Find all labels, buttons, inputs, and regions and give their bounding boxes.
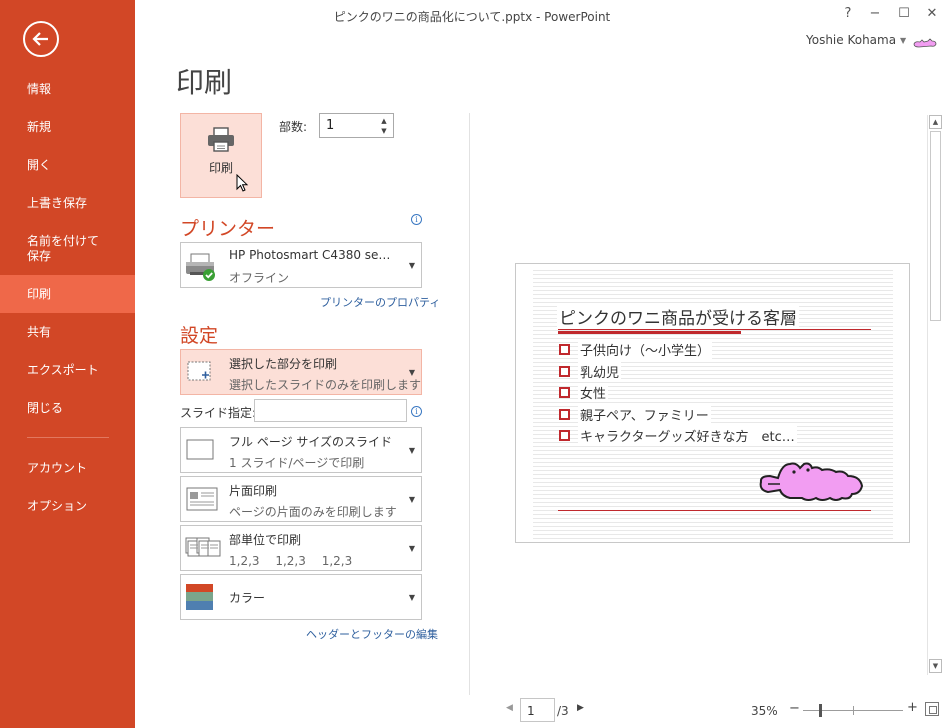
backstage-nav: 情報 新規 開く 上書き保存 名前を付けて 保存 印刷 共有 エクスポート 閉じ… — [0, 0, 135, 728]
full-page-slide-icon — [186, 439, 214, 460]
back-arrow-icon[interactable] — [23, 21, 59, 57]
layout-caret-icon: ▼ — [408, 446, 415, 455]
bullet-text: キャラクターグッズ好きな方 etc… — [578, 426, 797, 445]
collate-title: 部単位で印刷 — [229, 533, 302, 547]
color-dropdown[interactable]: カラー ▼ — [180, 574, 422, 620]
window-title: ピンクのワニの商品化について.pptx - PowerPoint — [333, 10, 611, 24]
slide-preview: ピンクのワニ商品が受ける客層 子供向け（～小学生） 乳幼児 女性 親子ペア、ファ… — [515, 263, 910, 543]
one-sided-print-icon — [186, 487, 218, 511]
nav-item-export[interactable]: エクスポート — [0, 363, 135, 378]
nav-item-account[interactable]: アカウント — [0, 461, 135, 476]
printer-icon — [208, 127, 234, 152]
nav-item-close[interactable]: 閉じる — [0, 401, 135, 416]
nav-divider — [27, 437, 109, 438]
layout-title: フル ページ サイズのスライド — [229, 435, 393, 449]
color-caret-icon: ▼ — [408, 593, 415, 602]
zoom-level[interactable]: 35% — [751, 704, 778, 718]
bullet-text: 子供向け（～小学生） — [578, 340, 713, 359]
bullet-marker — [559, 366, 570, 377]
scroll-up-icon[interactable]: ▲ — [929, 115, 942, 129]
user-avatar-croc-icon[interactable] — [913, 34, 937, 53]
sides-dropdown[interactable]: 片面印刷 ページの片面のみを印刷します ▼ — [180, 476, 422, 522]
nav-item-print[interactable]: 印刷 — [0, 275, 135, 313]
bullet-marker — [559, 344, 570, 355]
header-footer-link[interactable]: ヘッダーとフッターの編集 — [306, 626, 438, 642]
layout-sub: 1 スライド/ページで印刷 — [229, 456, 365, 470]
slide-title-accent — [558, 331, 741, 334]
printer-device-icon — [186, 253, 215, 281]
printer-caret-icon: ▼ — [408, 261, 415, 270]
printer-heading: プリンター — [180, 218, 276, 240]
print-range-caret-icon: ▼ — [408, 368, 415, 377]
nav-item-options[interactable]: オプション — [0, 499, 135, 514]
collate-dropdown[interactable]: 部単位で印刷 1,2,3 1,2,3 1,2,3 ▼ — [180, 525, 422, 571]
print-selection-icon — [187, 361, 211, 381]
sides-sub: ページの片面のみを印刷します — [229, 505, 397, 519]
page-title: 印刷 — [176, 66, 233, 99]
printer-dropdown[interactable]: HP Photosmart C4380 se… オフライン ▼ — [180, 242, 422, 288]
settings-heading: 設定 — [180, 325, 219, 347]
scroll-thumb[interactable] — [930, 131, 941, 321]
color-title: カラー — [229, 591, 266, 605]
maximize-button[interactable]: ☐ — [895, 6, 913, 21]
sides-caret-icon: ▼ — [408, 495, 415, 504]
bullet-marker — [559, 409, 570, 420]
nav-item-new[interactable]: 新規 — [0, 120, 135, 135]
page-total: /3 — [557, 704, 569, 718]
print-range-sub: 選択したスライドのみを印刷します — [229, 378, 422, 392]
user-menu-caret-icon[interactable]: ▼ — [900, 36, 906, 45]
slide-title: ピンクのワニ商品が受ける客層 — [557, 304, 799, 329]
nav-item-share[interactable]: 共有 — [0, 325, 135, 340]
scroll-down-icon[interactable]: ▼ — [929, 659, 942, 673]
pink-crocodile-illustration — [759, 462, 864, 501]
print-range-dropdown[interactable]: 選択した部分を印刷 選択したスライドのみを印刷します ▼ — [180, 349, 422, 395]
collate-sub: 1,2,3 1,2,3 1,2,3 — [229, 554, 353, 568]
print-button[interactable]: 印刷 — [180, 113, 262, 198]
printer-status: オフライン — [229, 271, 290, 285]
printer-name: HP Photosmart C4380 se… — [229, 248, 391, 262]
slide-title-rule — [558, 329, 871, 330]
color-swatch-icon — [186, 584, 213, 610]
printer-properties-link[interactable]: プリンターのプロパティ — [320, 294, 440, 310]
next-page-icon[interactable]: ▶ — [577, 703, 584, 713]
pane-divider — [469, 113, 470, 695]
bullet-text: 親子ペア、ファミリー — [578, 405, 711, 424]
zoom-in-button[interactable]: + — [907, 700, 918, 715]
collate-caret-icon: ▼ — [408, 544, 415, 553]
zoom-to-page-icon[interactable] — [925, 702, 939, 716]
user-name[interactable]: Yoshie Kohama — [806, 33, 896, 47]
zoom-slider-midpoint — [853, 706, 854, 715]
slides-info-icon[interactable]: i — [411, 406, 422, 417]
close-button[interactable]: ✕ — [923, 6, 941, 21]
nav-item-info[interactable]: 情報 — [0, 82, 135, 97]
print-range-title: 選択した部分を印刷 — [229, 357, 338, 371]
slides-input[interactable] — [254, 399, 407, 422]
copies-down-icon[interactable]: ▼ — [377, 126, 391, 136]
copies-up-icon[interactable]: ▲ — [377, 116, 391, 126]
previous-page-icon[interactable]: ◀ — [506, 703, 513, 713]
slides-label: スライド指定: — [180, 406, 257, 420]
zoom-out-button[interactable]: − — [789, 701, 800, 716]
bullet-marker — [559, 387, 570, 398]
bullet-text: 乳幼児 — [578, 362, 622, 381]
nav-item-open[interactable]: 開く — [0, 158, 135, 173]
page-number-input[interactable]: 1 — [520, 698, 555, 722]
zoom-slider-thumb[interactable] — [819, 704, 822, 717]
bullet-text: 女性 — [578, 383, 609, 402]
bullet-marker — [559, 430, 570, 441]
nav-item-save[interactable]: 上書き保存 — [0, 196, 135, 211]
help-button[interactable]: ? — [839, 6, 857, 21]
slide-bottom-rule — [558, 510, 871, 511]
mouse-cursor-icon — [236, 174, 249, 192]
preview-scrollbar[interactable]: ▲ ▼ — [927, 115, 942, 675]
nav-item-save-as[interactable]: 名前を付けて 保存 — [0, 234, 135, 264]
minimize-button[interactable]: − — [866, 6, 884, 21]
printer-info-icon[interactable]: i — [411, 214, 422, 225]
sides-title: 片面印刷 — [229, 484, 278, 498]
copies-label: 部数: — [279, 120, 308, 134]
collated-icon — [185, 537, 221, 557]
layout-dropdown[interactable]: フル ページ サイズのスライド 1 スライド/ページで印刷 ▼ — [180, 427, 422, 473]
